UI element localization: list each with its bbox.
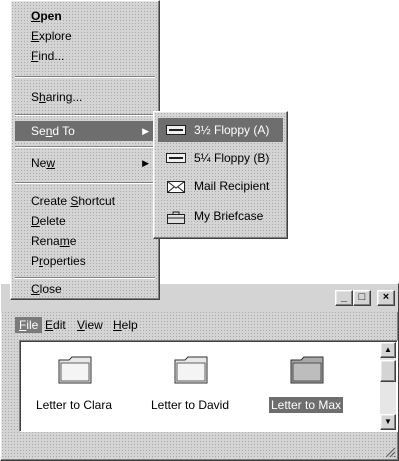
submenu-item-floppy-b[interactable]: 5¼ Floppy (B) (158, 146, 283, 170)
close-button[interactable]: × (377, 290, 395, 306)
file-item-letter-to-max[interactable]: Letter to Max (256, 341, 356, 431)
menu-separator (15, 146, 155, 148)
floppy-drive-icon (166, 125, 186, 135)
file-item-letter-to-david[interactable]: Letter to David (140, 341, 240, 431)
menu-separator (15, 114, 155, 116)
scroll-thumb[interactable] (380, 360, 396, 382)
menu-edit[interactable]: Edit (41, 317, 70, 333)
menu-help[interactable]: Help (109, 317, 142, 333)
menu-item-create-shortcut[interactable]: Create Shortcut (15, 191, 155, 211)
scroll-up-icon[interactable]: ▲ (380, 342, 396, 358)
resize-grip-icon[interactable] (384, 446, 396, 458)
minimize-button[interactable]: _ (335, 290, 353, 306)
menu-item-find[interactable]: Find... (15, 46, 155, 66)
menu-item-open[interactable]: Open (15, 6, 155, 26)
file-item-letter-to-clara[interactable]: Letter to Clara (24, 341, 124, 431)
menu-item-sharing[interactable]: Sharing... (15, 87, 155, 107)
menu-separator (15, 182, 155, 184)
envelope-icon (167, 181, 185, 193)
submenu-arrow-icon: ▶ (142, 126, 149, 136)
file-name: Letter to Clara (35, 398, 113, 412)
menu-file[interactable]: File (15, 317, 43, 333)
send-to-submenu: 3½ Floppy (A) 5¼ Floppy (B) Mail Recipie… (153, 111, 288, 239)
menu-item-send-to[interactable]: Send To ▶ (15, 121, 155, 141)
status-bar (1, 438, 398, 460)
briefcase-icon (167, 211, 185, 224)
file-name: Letter to David (150, 398, 230, 412)
menu-separator (15, 76, 155, 78)
submenu-arrow-icon: ▶ (142, 158, 149, 168)
document-folder-icon (174, 356, 208, 384)
floppy-drive-icon (166, 153, 186, 163)
menu-item-delete[interactable]: Delete (15, 211, 155, 231)
file-list-pane: Letter to Clara Letter to David Letter t… (19, 340, 398, 432)
context-menu: Open Explore Find... Sharing... Send To ▶… (10, 0, 160, 300)
vertical-scrollbar[interactable]: ▲ ▼ (380, 342, 396, 430)
menu-item-properties[interactable]: Properties (15, 251, 155, 271)
file-name: Letter to Max (268, 397, 344, 413)
document-folder-icon (290, 356, 324, 384)
menu-item-close[interactable]: Close (15, 279, 155, 299)
menu-item-explore[interactable]: Explore (15, 26, 155, 46)
explorer-window: _ □ × File Edit View Help Letter to Clar… (0, 283, 399, 461)
maximize-button[interactable]: □ (353, 290, 371, 306)
scroll-down-icon[interactable]: ▼ (380, 414, 396, 430)
menu-item-rename[interactable]: Rename (15, 231, 155, 251)
submenu-item-floppy-a[interactable]: 3½ Floppy (A) (158, 118, 283, 142)
menu-view[interactable]: View (73, 317, 107, 333)
menu-bar: File Edit View Help (1, 314, 398, 336)
document-folder-icon (58, 356, 92, 384)
submenu-item-my-briefcase[interactable]: My Briefcase (158, 204, 283, 228)
submenu-item-mail-recipient[interactable]: Mail Recipient (158, 174, 283, 198)
menu-item-new[interactable]: New ▶ (15, 153, 155, 173)
